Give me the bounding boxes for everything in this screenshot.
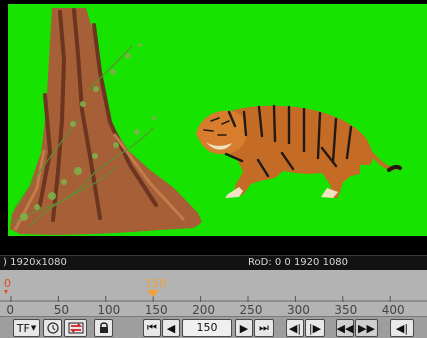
play-backward-button[interactable]: ◀| <box>390 319 414 337</box>
timeline[interactable]: 0 50 100 150 200 250 300 350 400 0 150 <box>0 270 427 316</box>
viewer-panel[interactable] <box>0 0 427 258</box>
first-frame-icon: ⏮ <box>147 321 157 334</box>
current-frame-playhead[interactable] <box>147 290 159 297</box>
timeline-tick-label: 250 <box>240 303 263 316</box>
start-frame-marker <box>4 290 8 294</box>
region-of-definition-label: RoD: 0 0 1920 1080 <box>248 257 349 268</box>
current-frame-field[interactable]: 150 <box>182 319 232 337</box>
next-frame-icon: ▶ <box>239 321 249 335</box>
loop-icon <box>68 322 83 334</box>
fast-forward-icon: ▶▶ <box>358 321 375 335</box>
next-keyframe-icon: |▶ <box>308 321 322 335</box>
previous-frame-icon: ◀ <box>166 321 176 335</box>
lock-button[interactable] <box>94 319 113 337</box>
rewind-button[interactable]: ◀◀ <box>336 319 354 337</box>
clock-button[interactable] <box>43 319 62 337</box>
timeline-tick-label: 150 <box>145 303 168 316</box>
previous-keyframe-button[interactable]: ◀| <box>286 319 304 337</box>
timeline-tick-label: 100 <box>97 303 120 316</box>
viewer-top-border <box>0 0 427 4</box>
turbo-dropdown-icon: ▼ <box>30 324 37 332</box>
loop-button[interactable] <box>64 319 87 337</box>
fast-forward-button[interactable]: ▶▶ <box>355 319 378 337</box>
timeline-tick-label: 200 <box>192 303 215 316</box>
next-frame-button[interactable]: ▶ <box>235 319 253 337</box>
previous-frame-button[interactable]: ◀ <box>162 319 180 337</box>
next-keyframe-button[interactable]: |▶ <box>305 319 325 337</box>
previous-keyframe-icon: ◀| <box>288 321 302 335</box>
timeline-tick-label: 350 <box>334 303 357 316</box>
first-frame-button[interactable]: ⏮ <box>143 319 161 337</box>
timeline-tick-label: 50 <box>54 303 69 316</box>
turbo-mode-button[interactable]: TF ▼ <box>13 319 40 337</box>
play-backward-icon: ◀| <box>395 321 409 335</box>
last-frame-button[interactable]: ⏭ <box>254 319 274 337</box>
viewer-frame <box>8 4 427 258</box>
lock-icon <box>99 322 108 333</box>
viewer-left-border <box>0 0 8 240</box>
last-frame-icon: ⏭ <box>259 321 269 334</box>
current-frame-marker-label: 150 <box>145 277 166 290</box>
timeline-tick-label: 300 <box>287 303 310 316</box>
timeline-tick-label: 400 <box>382 303 405 316</box>
playback-controls: TF ▼ ⏮ ◀ 150 ▶ ⏭ ◀| |▶ ◀◀ ▶▶ ◀| <box>0 316 427 338</box>
format-label: ) 1920x1080 <box>3 257 67 268</box>
start-frame-marker-label: 0 <box>4 277 11 290</box>
timeline-tick-label: 0 <box>6 303 14 316</box>
turbo-mode-label: TF <box>16 321 30 335</box>
timeline-ruler[interactable]: 0 50 100 150 200 250 300 350 400 0 150 <box>0 270 427 316</box>
viewer-info-bar: ) 1920x1080 RoD: 0 0 1920 1080 <box>0 255 427 270</box>
rewind-icon: ◀◀ <box>336 321 354 335</box>
clock-icon <box>46 322 59 334</box>
